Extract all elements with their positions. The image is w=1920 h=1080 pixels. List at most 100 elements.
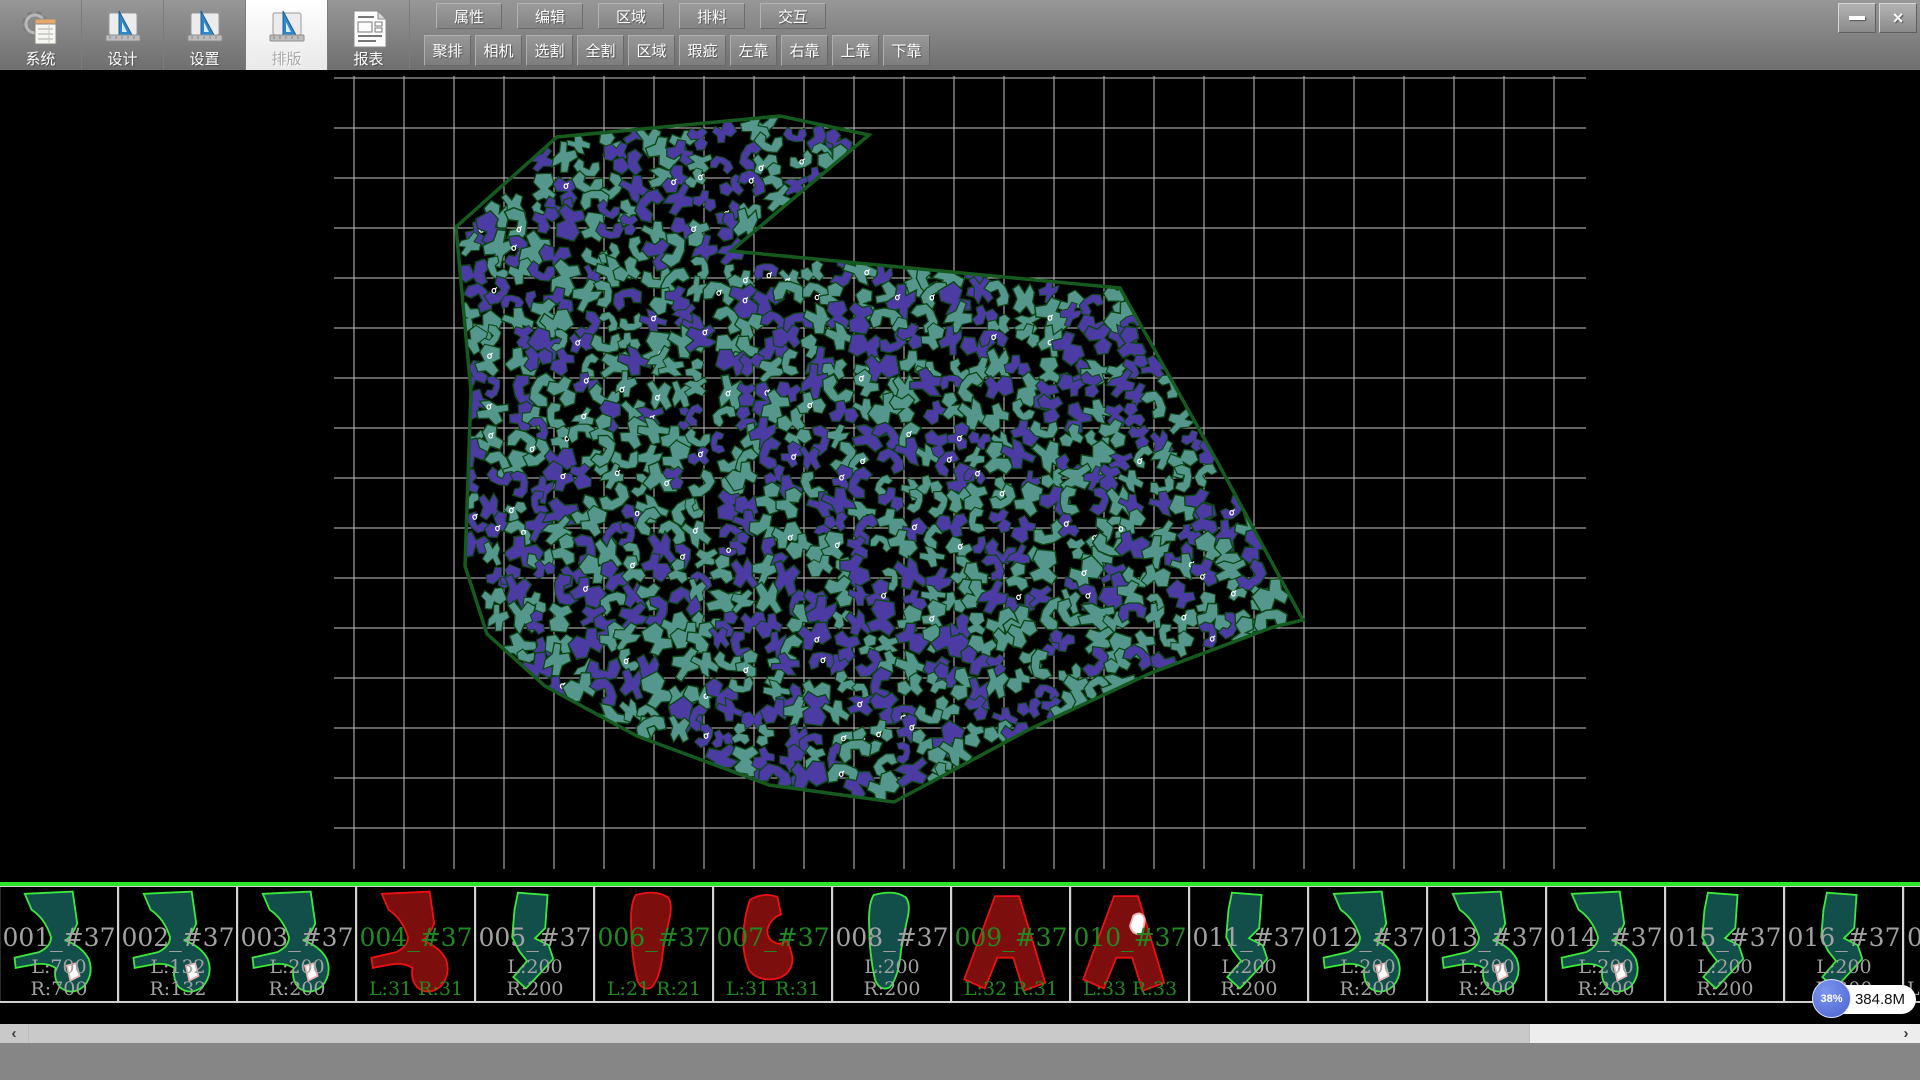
tool-button-6[interactable]: 瑕疵 (679, 35, 726, 66)
piece-filmstrip: 001_#37L:700 R:700002_#37 L:132 R:132003_… (0, 886, 1920, 1003)
menu-tab-4[interactable]: 排料 (679, 3, 745, 29)
tool-button-4[interactable]: 全割 (577, 35, 624, 66)
nested-piece[interactable] (695, 548, 720, 569)
thumbnail-counts: L:200 R:200 (239, 956, 355, 1000)
nav-label: 排版 (271, 51, 301, 68)
nested-piece[interactable] (1167, 628, 1197, 659)
thumbnail-cell-15[interactable]: 015_#37L:200 R:200 (1666, 887, 1785, 1001)
menu-area: 属性编辑区域排料交互 聚排相机选割全割区域瑕疵左靠右靠上靠下靠 (420, 0, 1834, 70)
tool-button-1[interactable]: 聚排 (424, 35, 471, 66)
main-nav: 系统 设计设置 排版 报表 (0, 0, 410, 70)
system-icon (20, 8, 62, 50)
nested-piece[interactable] (545, 602, 573, 634)
nested-piece[interactable] (894, 741, 911, 765)
status-bar (0, 1043, 1920, 1080)
thumbnail-counts: L:200 R:200 (1667, 956, 1783, 1000)
nested-piece[interactable] (565, 625, 606, 664)
menu-tab-5[interactable]: 交互 (760, 3, 826, 29)
nested-piece[interactable] (708, 153, 736, 177)
tool-button-9[interactable]: 上靠 (832, 35, 879, 66)
thumbnail-counts: L:700 R:700 (1, 956, 117, 1000)
tool-button-7[interactable]: 左靠 (730, 35, 777, 66)
nested-piece[interactable] (961, 721, 987, 749)
menu-tab-1[interactable]: 属性 (436, 3, 502, 29)
nested-piece[interactable] (590, 331, 622, 353)
nesting-icon (266, 8, 308, 50)
thumbnail-counts: L:132 R:132 (120, 956, 236, 1000)
menu-tab-2[interactable]: 编辑 (517, 3, 583, 29)
thumbnail-id: 016_#37 (1786, 923, 1902, 952)
thumbnail-cell-1[interactable]: 001_#37L:700 R:700 (0, 887, 119, 1001)
close-icon: × (1893, 8, 1904, 29)
nav-button-5[interactable]: 报表 (328, 0, 410, 70)
menu-tab-3[interactable]: 区域 (598, 3, 664, 29)
nested-piece[interactable] (968, 507, 986, 534)
nested-piece[interactable] (988, 508, 1011, 533)
thumbnail-cell-10[interactable]: 010_#37 L:33 R:33 (1071, 887, 1190, 1001)
thumbnail-cell-13[interactable]: 013_#37L:200 R:200 (1428, 887, 1547, 1001)
thumbnail-cell-4[interactable]: 004_#37L:31 R:31 (357, 887, 476, 1001)
thumbnail-cell-8[interactable]: 008_#37L:200 R:200 (833, 887, 952, 1001)
thumbnail-cell-6[interactable]: 006_#37L:21 R:21 (595, 887, 714, 1001)
thumbnail-counts: L:200 R:200 (834, 956, 950, 1000)
nesting-canvas[interactable] (0, 70, 1920, 882)
piece-mark (767, 272, 772, 278)
thumbnail-id: 011_#37 (1191, 923, 1307, 952)
nested-piece[interactable] (684, 466, 720, 502)
scroll-left-icon: ‹ (12, 1024, 17, 1043)
nested-piece[interactable] (728, 676, 754, 693)
thumbnail-counts: L:200 R:200 (1429, 956, 1545, 1000)
top-toolbar: 系统设计设置排版报表 属性编辑区域排料交互 聚排相机选割全割区域瑕疵左靠右靠上靠… (0, 0, 1920, 70)
nav-button-1[interactable]: 系统 (0, 0, 82, 70)
tool-button-2[interactable]: 相机 (475, 35, 522, 66)
nav-button-2[interactable]: 设计 (82, 0, 164, 70)
scroll-right-button[interactable]: › (1892, 1024, 1920, 1043)
thumbnail-id: 010_#37 (1072, 923, 1188, 952)
report-icon (348, 8, 390, 50)
nav-label: 设置 (189, 51, 219, 68)
close-button[interactable]: × (1879, 3, 1917, 33)
nav-button-3[interactable]: 设置 (164, 0, 246, 70)
nested-piece[interactable] (799, 258, 826, 284)
thumbnail-cell-14[interactable]: 014_#37 L:200 R:200 (1547, 887, 1666, 1001)
thumbnail-cell-12[interactable]: 012_#37L:200 R:200 (1309, 887, 1428, 1001)
thumbnail-counts: L:200 R:200 (1548, 956, 1664, 1000)
horizontal-scrollbar[interactable]: ‹ › (0, 1024, 1920, 1043)
thumbnail-cell-11[interactable]: 011_#37 L:200 R:200 (1190, 887, 1309, 1001)
thumbnail-id: 003_#37 (239, 923, 355, 952)
tool-button-5[interactable]: 区域 (628, 35, 675, 66)
thumbnail-counts: L:31 R:31 (358, 978, 474, 1000)
thumbnail-id: 002_#37 (120, 923, 236, 952)
thumbnail-cell-9[interactable]: 009_#37L:32 R:31 (952, 887, 1071, 1001)
tool-button-10[interactable]: 下靠 (883, 35, 930, 66)
nav-label: 系统 (25, 51, 55, 68)
memory-percent-circle: 38% (1812, 979, 1851, 1018)
nested-piece[interactable] (532, 173, 557, 202)
thumbnail-id: 014_#37 (1548, 923, 1664, 952)
tool-button-8[interactable]: 右靠 (781, 35, 828, 66)
thumbnail-counts: L:32 R:31 (953, 978, 1069, 1000)
nested-piece[interactable] (966, 611, 987, 635)
thumbnail-id: 007_#37 (715, 923, 831, 952)
memory-value: 384.8M (1850, 985, 1910, 1014)
thumbnail-cell-7[interactable]: 007_#37L:31 R:31 (714, 887, 833, 1001)
nested-piece[interactable] (610, 285, 645, 312)
tool-button-3[interactable]: 选割 (526, 35, 573, 66)
thumbnail-cell-3[interactable]: 003_#37 L:200 R:200 (238, 887, 357, 1001)
thumbnail-cell-2[interactable]: 002_#37 L:132 R:132 (119, 887, 238, 1001)
nested-piece[interactable] (510, 471, 528, 499)
nested-piece[interactable] (710, 431, 725, 454)
nested-piece[interactable] (835, 670, 856, 693)
thumbnail-counts: L:200 R:200 (1191, 956, 1307, 1000)
nav-button-4[interactable]: 排版 (246, 0, 328, 70)
thumbnail-cell-5[interactable]: 005_#37L:200 R:200 (476, 887, 595, 1001)
thumbnail-counts: L:33 R:33 (1072, 978, 1188, 1000)
scroll-right-icon: › (1904, 1024, 1909, 1043)
scroll-left-button[interactable]: ‹ (0, 1024, 28, 1043)
nested-piece[interactable] (1191, 460, 1221, 490)
thumbnail-id: 012_#37 (1310, 923, 1426, 952)
menu-tab-row: 属性编辑区域排料交互 (436, 3, 826, 29)
minimize-button[interactable] (1838, 3, 1876, 33)
nesting-workspace-svg[interactable] (334, 76, 1586, 869)
scrollbar-thumb[interactable] (28, 1024, 1530, 1043)
